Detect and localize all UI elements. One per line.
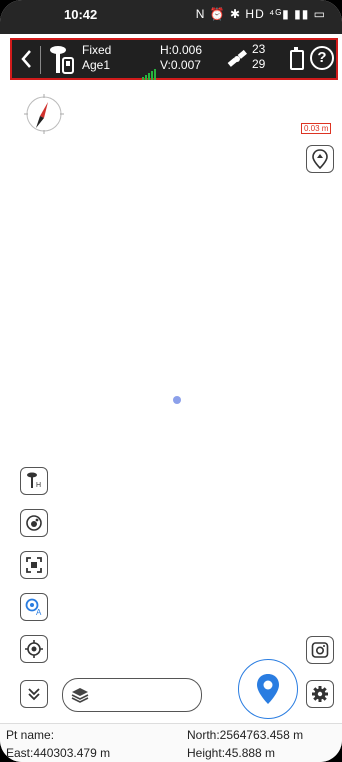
- zoom-extent-button[interactable]: [20, 551, 48, 579]
- crosshair-icon: [25, 640, 43, 658]
- center-location-button[interactable]: [20, 635, 48, 663]
- svg-text:A: A: [36, 608, 42, 617]
- precision-info: H:0.006 V:0.007: [160, 43, 202, 73]
- locate-pin-button[interactable]: [306, 145, 334, 173]
- fix-status: Fixed: [82, 43, 112, 57]
- point-name-label: Pt name:: [6, 728, 55, 742]
- camera-icon: [311, 642, 329, 658]
- h-precision: H:0.006: [160, 43, 203, 57]
- north-coordinate: North:2564763.458 m: [187, 728, 304, 742]
- satellite-icon[interactable]: [226, 48, 248, 70]
- antenna-height-button[interactable]: H: [20, 467, 48, 495]
- status-icons: N ⏰ ✱ HD ⁴ᴳ▮ ▮▮ ▭: [195, 7, 326, 21]
- map-pin-icon: [312, 149, 328, 169]
- collapse-tools-button[interactable]: [20, 680, 48, 708]
- battery-icon: [290, 47, 304, 70]
- coordinate-footer: Pt name: North:2564763.458 m East:440303…: [0, 723, 342, 762]
- help-button[interactable]: ?: [310, 46, 334, 70]
- sats-used: 23: [252, 42, 266, 56]
- sats-total: 29: [252, 57, 266, 71]
- signal-bars-icon: [142, 62, 157, 80]
- auto-locate-button[interactable]: A: [20, 593, 48, 621]
- layer-selector[interactable]: [62, 678, 202, 712]
- settings-button[interactable]: [306, 680, 334, 708]
- gnss-status-bar: Fixed Age1 H:0.006 V:0.007 23 29 ?: [10, 38, 338, 80]
- east-coordinate: East:440303.479 m: [6, 746, 111, 760]
- fit-extent-icon: [26, 557, 42, 573]
- locate-a-icon: A: [25, 598, 42, 617]
- gear-icon: [312, 686, 328, 702]
- back-arrow-icon[interactable]: [18, 47, 36, 71]
- age-value: Age1: [82, 58, 111, 72]
- rover-h-icon: H: [27, 472, 41, 489]
- status-bar: 10:42 N ⏰ ✱ HD ⁴ᴳ▮ ▮▮ ▭: [0, 0, 342, 34]
- fix-info: Fixed Age1: [82, 43, 111, 73]
- double-chevron-down-icon: [28, 688, 40, 701]
- compass-icon[interactable]: [22, 92, 66, 136]
- rover-receiver-icon[interactable]: [48, 44, 78, 76]
- app-screen: 10:42 N ⏰ ✱ HD ⁴ᴳ▮ ▮▮ ▭ Fixed Age1 H:0.0…: [0, 0, 342, 762]
- status-time: 10:42: [64, 7, 98, 22]
- current-position-dot: [173, 396, 181, 404]
- location-pin-icon: [257, 674, 279, 704]
- point-mode-button[interactable]: [20, 509, 48, 537]
- svg-text:H: H: [36, 482, 41, 489]
- point-circle-icon: [26, 515, 42, 531]
- collect-point-button[interactable]: [238, 659, 298, 719]
- layers-icon: [71, 688, 89, 703]
- height-value: Height:45.888 m: [187, 746, 276, 760]
- camera-button[interactable]: [306, 636, 334, 664]
- map-scale: 0.03 m: [301, 123, 332, 134]
- header-divider: [40, 46, 41, 74]
- satellite-counts: 23 29: [252, 42, 265, 72]
- v-precision: V:0.007: [160, 58, 201, 72]
